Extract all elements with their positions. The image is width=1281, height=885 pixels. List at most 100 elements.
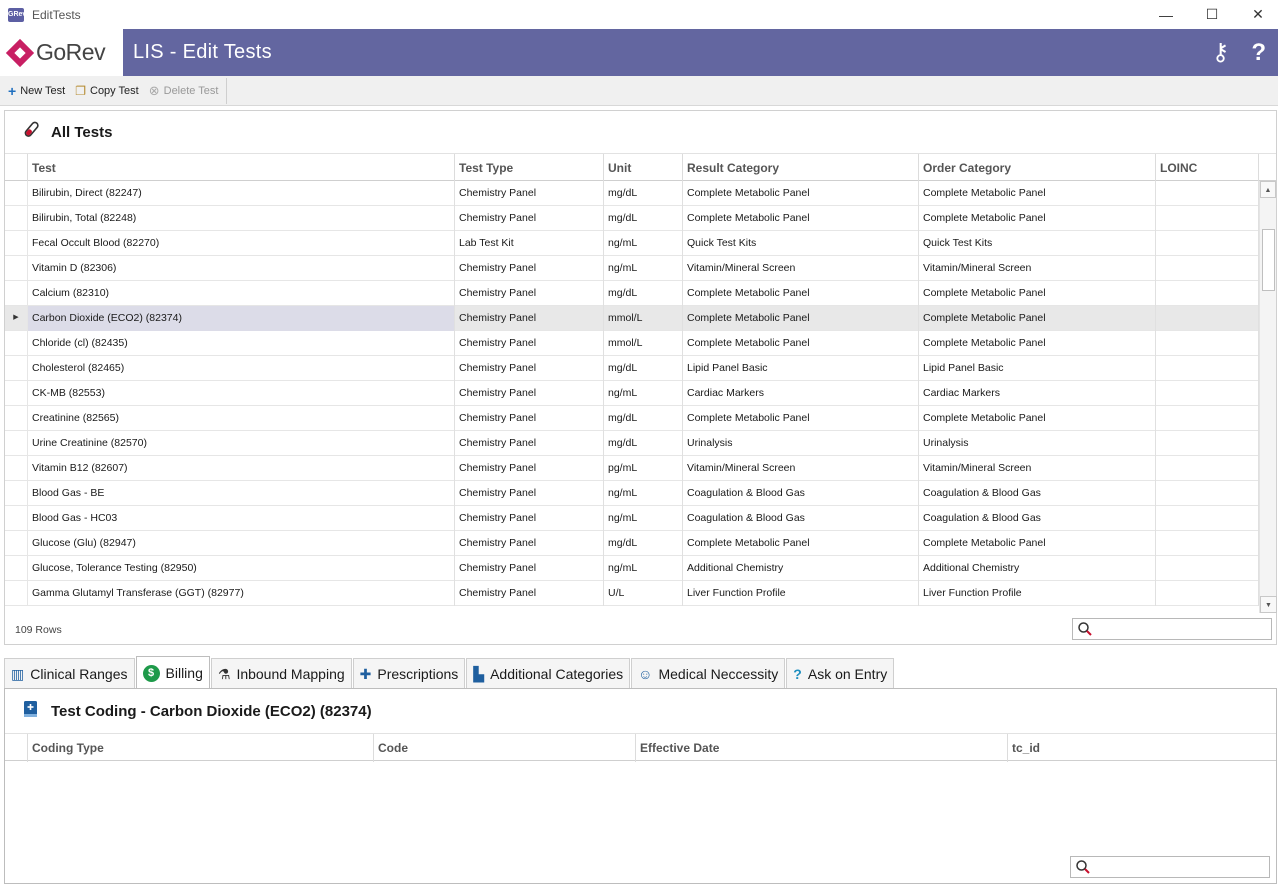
test-name-cell[interactable]: Vitamin B12 (82607) [28,456,455,481]
row-selector-arrow-icon[interactable]: ▶ [5,306,28,331]
test-name-cell[interactable]: Bilirubin, Total (82248) [28,206,455,231]
row-selector[interactable] [5,456,28,481]
loinc-cell[interactable] [1156,206,1259,231]
unit-cell[interactable]: mg/dL [604,531,683,556]
row-selector[interactable] [5,181,28,206]
test-type-cell[interactable]: Chemistry Panel [455,281,604,306]
scroll-thumb[interactable] [1262,229,1275,291]
table-row[interactable]: Chloride (cl) (82435) Chemistry Panel mmol… [5,331,1259,356]
result-category-cell[interactable]: Quick Test Kits [683,231,919,256]
tests-search-input[interactable] [1095,621,1267,637]
loinc-cell[interactable] [1156,281,1259,306]
table-row[interactable]: Glucose, Tolerance Testing (82950) Chemis… [5,556,1259,581]
order-category-cell[interactable]: Complete Metabolic Panel [919,406,1156,431]
test-name-cell[interactable]: CK-MB (82553) [28,381,455,406]
loinc-cell[interactable] [1156,356,1259,381]
unit-cell[interactable]: mg/dL [604,431,683,456]
test-type-cell[interactable]: Chemistry Panel [455,481,604,506]
loinc-cell[interactable] [1156,531,1259,556]
result-category-cell[interactable]: Complete Metabolic Panel [683,181,919,206]
loinc-cell[interactable] [1156,256,1259,281]
tab-clinical-ranges[interactable]: ▥ Clinical Ranges [4,658,135,689]
unit-cell[interactable]: ng/mL [604,381,683,406]
unit-cell[interactable]: mg/dL [604,206,683,231]
minimize-button[interactable]: — [1143,0,1189,29]
row-selector[interactable] [5,381,28,406]
order-category-cell[interactable]: Vitamin/Mineral Screen [919,256,1156,281]
loinc-cell[interactable] [1156,506,1259,531]
table-row[interactable]: Blood Gas - BE Chemistry Panel ng/mL Coagul… [5,481,1259,506]
test-name-cell[interactable]: Cholesterol (82465) [28,356,455,381]
test-name-cell[interactable]: Urine Creatinine (82570) [28,431,455,456]
delete-test-button[interactable]: ⊗ Delete Test [149,83,219,98]
unit-cell[interactable]: ng/mL [604,556,683,581]
table-row[interactable]: ▶ Carbon Dioxide (ECO2) (82374) Chemistry … [5,306,1259,331]
test-type-cell[interactable]: Chemistry Panel [455,356,604,381]
result-category-cell[interactable]: Complete Metabolic Panel [683,531,919,556]
test-name-cell[interactable]: Vitamin D (82306) [28,256,455,281]
test-type-cell[interactable]: Chemistry Panel [455,331,604,356]
row-selector[interactable] [5,256,28,281]
table-row[interactable]: Urine Creatinine (82570) Chemistry Panel m… [5,431,1259,456]
row-selector[interactable] [5,531,28,556]
tab-inbound-mapping[interactable]: ⚗ Inbound Mapping [210,658,352,689]
test-type-cell[interactable]: Chemistry Panel [455,206,604,231]
result-category-cell[interactable]: Complete Metabolic Panel [683,406,919,431]
result-category-cell[interactable]: Urinalysis [683,431,919,456]
result-category-cell[interactable]: Coagulation & Blood Gas [683,506,919,531]
loinc-cell[interactable] [1156,231,1259,256]
order-category-cell[interactable]: Liver Function Profile [919,581,1156,606]
unit-cell[interactable]: mg/dL [604,356,683,381]
row-selector[interactable] [5,431,28,456]
test-name-cell[interactable]: Carbon Dioxide (ECO2) (82374) [28,306,455,331]
column-header-loinc[interactable]: LOINC [1156,154,1259,182]
loinc-cell[interactable] [1156,331,1259,356]
result-category-cell[interactable]: Complete Metabolic Panel [683,331,919,356]
row-selector[interactable] [5,581,28,606]
coding-search-input[interactable] [1093,859,1265,875]
table-row[interactable]: Fecal Occult Blood (82270) Lab Test Kit ng… [5,231,1259,256]
order-category-cell[interactable]: Complete Metabolic Panel [919,306,1156,331]
result-category-cell[interactable]: Complete Metabolic Panel [683,206,919,231]
test-name-cell[interactable]: Blood Gas - BE [28,481,455,506]
order-category-cell[interactable]: Vitamin/Mineral Screen [919,456,1156,481]
row-selector[interactable] [5,331,28,356]
loinc-cell[interactable] [1156,381,1259,406]
table-row[interactable]: Vitamin B12 (82607) Chemistry Panel pg/mL V… [5,456,1259,481]
unit-cell[interactable]: mmol/L [604,306,683,331]
loinc-cell[interactable] [1156,481,1259,506]
test-type-cell[interactable]: Lab Test Kit [455,231,604,256]
test-type-cell[interactable]: Chemistry Panel [455,181,604,206]
row-selector[interactable] [5,231,28,256]
test-type-cell[interactable]: Chemistry Panel [455,556,604,581]
order-category-cell[interactable]: Lipid Panel Basic [919,356,1156,381]
test-name-cell[interactable]: Bilirubin, Direct (82247) [28,181,455,206]
row-selector[interactable] [5,556,28,581]
scroll-up-arrow-icon[interactable]: ▲ [1260,181,1276,198]
table-row[interactable]: CK-MB (82553) Chemistry Panel ng/mL Cardiac… [5,381,1259,406]
order-category-cell[interactable]: Coagulation & Blood Gas [919,506,1156,531]
test-name-cell[interactable]: Glucose, Tolerance Testing (82950) [28,556,455,581]
column-header-test-type[interactable]: Test Type [455,154,604,182]
unit-cell[interactable]: mg/dL [604,281,683,306]
order-category-cell[interactable]: Complete Metabolic Panel [919,281,1156,306]
close-button[interactable]: ✕ [1235,0,1281,29]
table-row[interactable]: Gamma Glutamyl Transferase (GGT) (82977)… [5,581,1259,606]
loinc-cell[interactable] [1156,556,1259,581]
unit-cell[interactable]: ng/mL [604,481,683,506]
test-type-cell[interactable]: Chemistry Panel [455,506,604,531]
column-header-tc-id[interactable]: tc_id [1008,734,1272,762]
row-selector[interactable] [5,406,28,431]
column-header-effective-date[interactable]: Effective Date [636,734,1008,762]
result-category-cell[interactable]: Cardiac Markers [683,381,919,406]
result-category-cell[interactable]: Liver Function Profile [683,581,919,606]
result-category-cell[interactable]: Lipid Panel Basic [683,356,919,381]
loinc-cell[interactable] [1156,431,1259,456]
test-type-cell[interactable]: Chemistry Panel [455,256,604,281]
result-category-cell[interactable]: Vitamin/Mineral Screen [683,456,919,481]
result-category-cell[interactable]: Complete Metabolic Panel [683,306,919,331]
row-selector[interactable] [5,481,28,506]
table-row[interactable]: Bilirubin, Total (82248) Chemistry Panel m… [5,206,1259,231]
tab-additional-categories[interactable]: ▙ Additional Categories [466,658,631,689]
order-category-cell[interactable]: Coagulation & Blood Gas [919,481,1156,506]
